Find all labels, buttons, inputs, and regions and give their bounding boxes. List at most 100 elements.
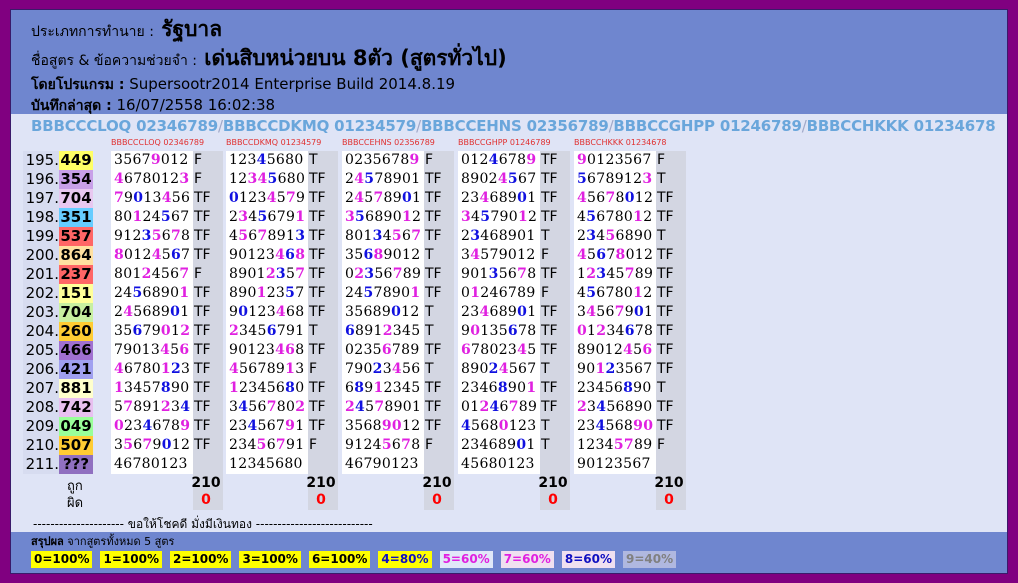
draw-index: 197.: [23, 189, 59, 208]
draw-index: 210.: [23, 436, 59, 455]
formula-name: BBBCCHKKK: [806, 117, 909, 135]
cell-status: TF: [656, 360, 686, 379]
cell-status: TF: [193, 322, 223, 341]
cell-status: TF: [424, 398, 454, 417]
draw-result: 421: [59, 360, 93, 379]
formula-name: BBBCCEHNS: [420, 117, 522, 135]
draw-index: 196.: [23, 170, 59, 189]
cell-status: T: [308, 151, 338, 170]
cell-status: T: [308, 322, 338, 341]
cell-status: F: [540, 284, 570, 303]
draw-index: 207.: [23, 379, 59, 398]
cell-digits: 35679012: [111, 436, 193, 455]
draw-index: 208.: [23, 398, 59, 417]
draw-result: 049: [59, 417, 93, 436]
cell-status: F: [656, 436, 686, 455]
draw-result: 351: [59, 208, 93, 227]
digit-percent-badge: 1=100%: [100, 551, 162, 568]
draw-result: 449: [59, 151, 93, 170]
cell-digits: 12345680: [226, 170, 308, 189]
cell-digits: 46790123: [342, 455, 424, 474]
draw-index: 211.: [23, 455, 59, 474]
formula-name: BBBCCGHPP: [613, 117, 715, 135]
cell-status: T: [540, 360, 570, 379]
draw-result: 151: [59, 284, 93, 303]
cell-status: TF: [540, 303, 570, 322]
prediction-type-label: ประเภทการทำนาย :: [31, 24, 154, 40]
cell-digits: 90135678: [458, 322, 540, 341]
column-formula-name: BBBCCCLOQ 02346789: [111, 138, 205, 147]
cell-status: TF: [656, 322, 686, 341]
cell-digits: 24578901: [342, 170, 424, 189]
cell-digits: 24568901: [111, 284, 193, 303]
cell-digits: 12345680: [226, 379, 308, 398]
digit-percent-badge: 2=100%: [169, 551, 232, 568]
correct-count: 210: [538, 475, 568, 491]
formula-digits: 01234579: [334, 117, 417, 135]
cell-status: TF: [308, 227, 338, 246]
formula-digits: 02356789: [526, 117, 609, 135]
correct-count: 210: [191, 475, 221, 491]
cell-status: [540, 455, 570, 474]
cell-digits: 23456791: [226, 322, 308, 341]
cell-status: TF: [308, 398, 338, 417]
wrong-label: ผิด: [67, 496, 84, 511]
cell-digits: 80124567: [111, 208, 193, 227]
program-line: โดยโปรแกรม : Supersootr2014 Enterprise B…: [31, 74, 987, 95]
cell-status: TF: [308, 208, 338, 227]
cell-status: TF: [540, 379, 570, 398]
cell-digits: 01234579: [226, 189, 308, 208]
cell-status: TF: [193, 303, 223, 322]
cell-digits: 01246789: [458, 398, 540, 417]
cell-digits: 24578901: [342, 284, 424, 303]
cell-digits: 46780123: [111, 170, 193, 189]
formula-digits: 02346789: [136, 117, 218, 135]
cell-digits: 91245678: [342, 436, 424, 455]
cell-status: [656, 455, 686, 474]
cell-status: T: [540, 417, 570, 436]
draw-result: 354: [59, 170, 93, 189]
cell-status: F: [424, 151, 454, 170]
cell-digits: 24578901: [342, 189, 424, 208]
cell-digits: 23456890: [574, 417, 656, 436]
cell-status: F: [308, 436, 338, 455]
cell-digits: 23456791: [226, 436, 308, 455]
cell-digits: 45678012: [574, 189, 656, 208]
cell-digits: 01246789: [458, 151, 540, 170]
cell-status: TF: [193, 284, 223, 303]
summary-badges: 0=100% 1=100% 2=100% 3=100% 6=100% 4=80% 5=60%…: [31, 551, 989, 568]
draw-result: 704: [59, 189, 93, 208]
cell-status: TF: [656, 208, 686, 227]
draw-result: 704: [59, 303, 93, 322]
cell-digits: 80124567: [111, 246, 193, 265]
cell-status: TF: [193, 379, 223, 398]
cell-digits: 67802345: [458, 341, 540, 360]
cell-status: TF: [308, 265, 338, 284]
draw-index: 199.: [23, 227, 59, 246]
cell-digits: 90135678: [458, 265, 540, 284]
cell-status: TF: [193, 246, 223, 265]
cell-status: TF: [424, 227, 454, 246]
cell-status: [308, 455, 338, 474]
cell-status: TF: [424, 208, 454, 227]
digit-percent-badge: 8=60%: [561, 551, 615, 568]
cell-status: TF: [424, 341, 454, 360]
draw-index: 202.: [23, 284, 59, 303]
digit-percent-badge: 3=100%: [239, 551, 301, 568]
draw-result: 881: [59, 379, 93, 398]
cell-status: TF: [540, 208, 570, 227]
draw-result: 864: [59, 246, 93, 265]
cell-status: T: [656, 170, 686, 189]
cell-digits: 01234678: [574, 322, 656, 341]
cell-status: F: [193, 151, 223, 170]
header-panel: ประเภทการทำนาย : รัฐบาล ชื่อสูตร & ข้อคว…: [11, 10, 1007, 114]
cell-digits: 23468901: [458, 303, 540, 322]
cell-status: TF: [540, 151, 570, 170]
cell-status: TF: [308, 170, 338, 189]
cell-digits: 89024567: [458, 360, 540, 379]
cell-digits: 23456791: [226, 417, 308, 436]
draw-result: 507: [59, 436, 93, 455]
formula-name-line: ชื่อสูตร & ข้อความช่วยจำ : เด่นสิบหน่วยบ…: [31, 45, 987, 74]
main-frame: ประเภทการทำนาย : รัฐบาล ชื่อสูตร & ข้อคว…: [10, 9, 1008, 574]
cell-status: TF: [193, 208, 223, 227]
